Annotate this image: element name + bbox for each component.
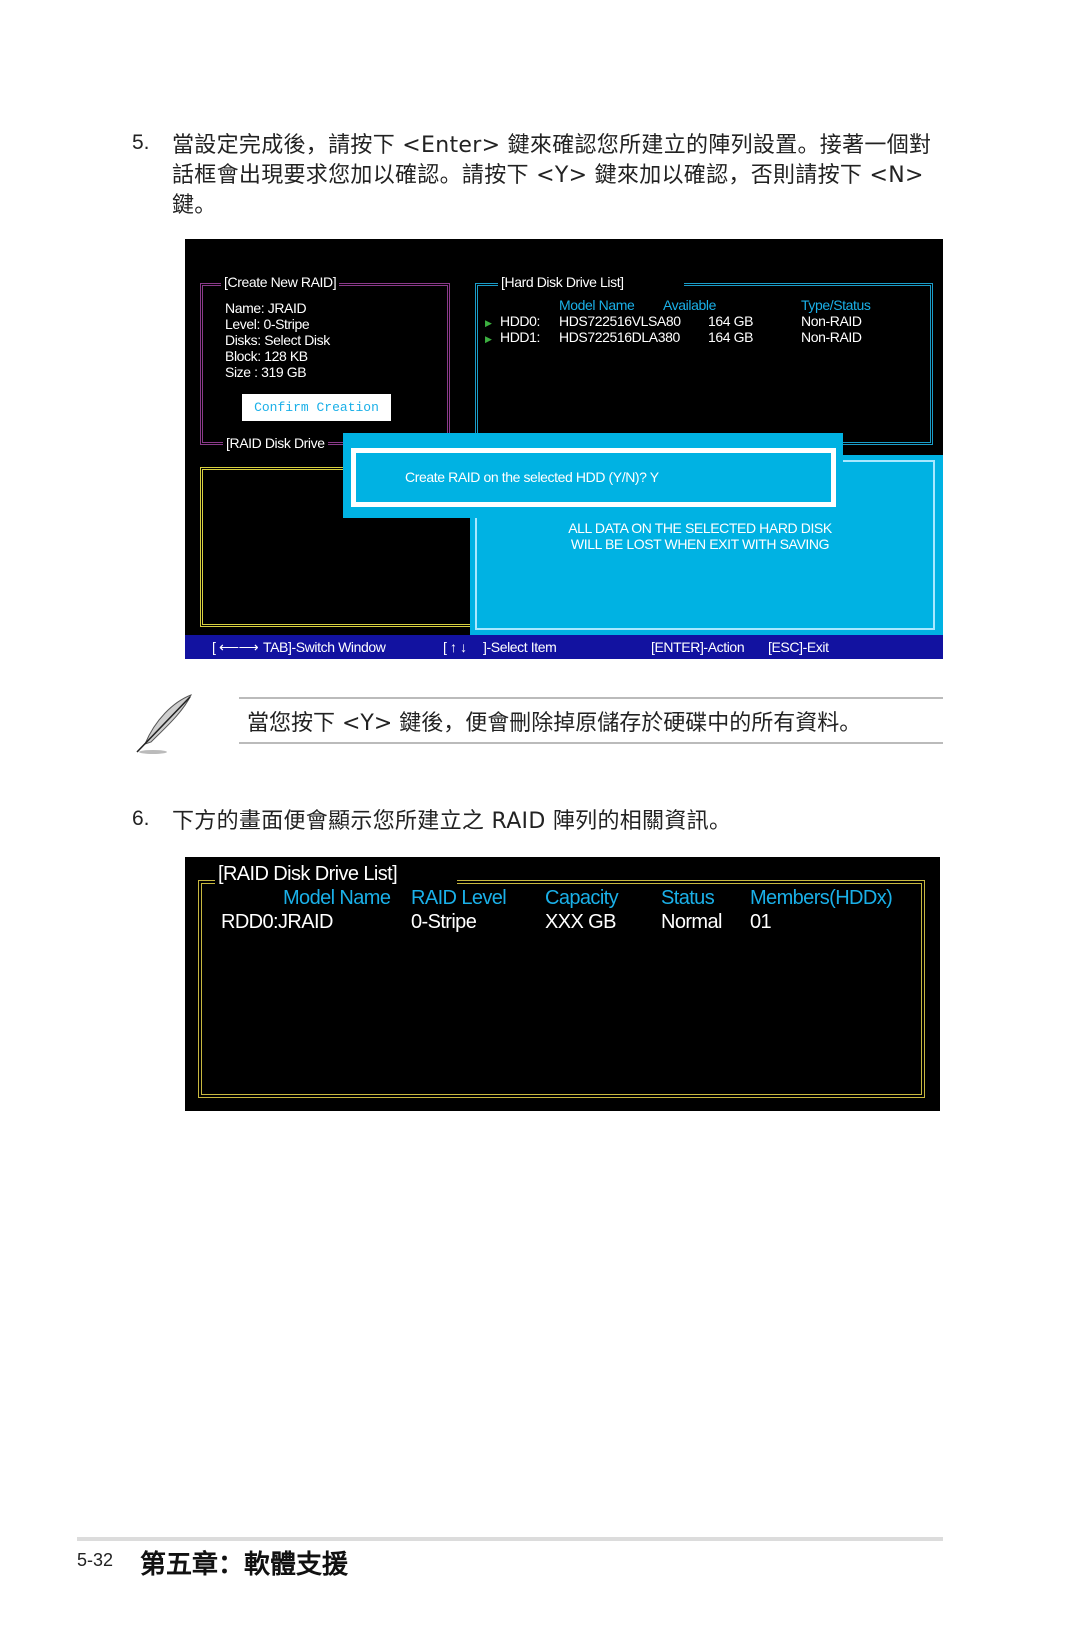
confirm-creation-button[interactable]: Confirm Creation [242, 394, 391, 421]
raid-block[interactable]: Block: 128 KB [225, 348, 308, 364]
hdd-header-status: Type/Status [801, 297, 871, 313]
step-number: 5. [132, 131, 150, 154]
hdd-status: Non-RAID [801, 313, 862, 329]
raid-members: 01 [750, 911, 772, 933]
warning-line1: ALL DATA ON THE SELECTED HARD DISK [568, 520, 832, 536]
hdd-model: HDS722516DLA380 [559, 329, 680, 345]
raid-level: 0-Stripe [411, 911, 477, 933]
footer-divider [77, 1537, 943, 1541]
hdd-status: Non-RAID [801, 329, 862, 345]
raid-status: Normal [661, 911, 722, 933]
hdd-available: 164 GB [708, 313, 754, 329]
hdd-id: HDD1: [500, 329, 541, 345]
feather-pen-icon [133, 692, 197, 756]
selection-arrow-icon: ▶ [485, 334, 492, 344]
enter-action-hint: [ENTER]-Action [651, 639, 745, 655]
header-model-name: Model Name [283, 887, 391, 909]
raid-list-title: [RAID Disk Drive List] [215, 863, 458, 886]
header-members: Members(HDDx) [750, 887, 893, 909]
create-raid-title: [Create New RAID] [221, 274, 340, 290]
hdd-model: HDS722516VLSA80 [559, 313, 681, 329]
page-number: 5-32 [77, 1550, 114, 1570]
hdd-available: 164 GB [708, 329, 754, 345]
step-text: 當設定完成後，請按下 <Enter> 鍵來確認您所建立的陣列設置。接著一個對話框… [172, 133, 932, 218]
raid-disk-title: [RAID Disk Drive [223, 435, 328, 451]
raid-name: RDD0:JRAID [221, 911, 333, 933]
confirm-dialog: Create RAID on the selected HDD (Y/N)? Y [343, 433, 843, 518]
left-right-arrow-icon: [ ⟵⟶ [212, 639, 259, 655]
hdd-header-available: Available [663, 297, 716, 313]
raid-capacity: XXX GB [545, 911, 616, 933]
hdd-header-model: Model Name [559, 297, 635, 313]
esc-exit-hint: [ESC]-Exit [768, 639, 829, 655]
select-item-hint: ]-Select Item [483, 639, 557, 655]
warning-line2: WILL BE LOST WHEN EXIT WITH SAVING [570, 536, 830, 552]
raid-size: Size : 319 GB [225, 364, 307, 380]
status-bar: [ ⟵⟶ TAB]-Switch Window [ ↑ ↓ ]-Select I… [185, 635, 943, 659]
raid-disks[interactable]: Disks: Select Disk [225, 332, 330, 348]
raid-level[interactable]: Level: 0-Stripe [225, 316, 310, 332]
hdd-list-title: [Hard Disk Drive List] [498, 274, 684, 290]
selection-arrow-icon: ▶ [485, 318, 492, 328]
chapter-title: 第五章：軟體支援 [140, 1550, 349, 1580]
header-status: Status [661, 887, 715, 909]
note-divider-bottom [239, 742, 943, 744]
raid-setup-screen: [Create New RAID] Name: JRAID Level: 0-S… [185, 239, 943, 659]
note-text: 當您按下 <Y> 鍵後，便會刪除掉原儲存於硬碟中的所有資料。 [247, 711, 862, 736]
step-text: 下方的畫面便會顯示您所建立之 RAID 陣列的相關資訊。 [172, 809, 732, 834]
dialog-prompt[interactable]: Create RAID on the selected HDD (Y/N)? Y [405, 469, 659, 485]
header-capacity: Capacity [545, 887, 619, 909]
header-raid-level: RAID Level [411, 887, 507, 909]
hdd-id: HDD0: [500, 313, 541, 329]
raid-disk-list-screen: [RAID Disk Drive List] Model Name RAID L… [185, 857, 940, 1111]
step-number: 6. [132, 807, 150, 830]
note-divider-top [239, 697, 943, 699]
raid-name[interactable]: Name: JRAID [225, 300, 307, 316]
switch-window-hint: TAB]-Switch Window [263, 639, 386, 655]
up-down-arrow-icon: [ ↑ ↓ [443, 639, 467, 655]
